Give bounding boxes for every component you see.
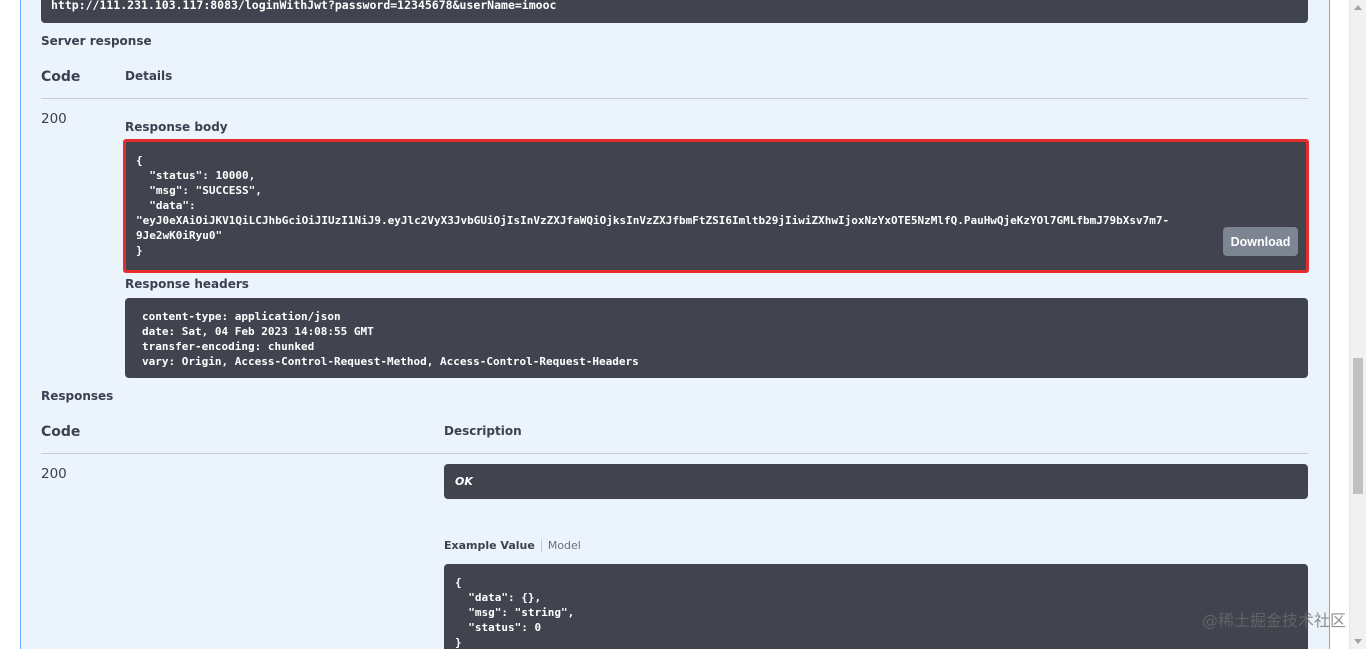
responses-divider bbox=[41, 453, 1308, 454]
scroll-thumb[interactable] bbox=[1353, 358, 1363, 494]
server-response-title: Server response bbox=[41, 34, 152, 48]
tab-example-value[interactable]: Example Value bbox=[444, 538, 542, 552]
server-response-code: 200 bbox=[41, 111, 67, 127]
response-body[interactable]: { "status": 10000, "msg": "SUCCESS", "da… bbox=[123, 139, 1309, 273]
responses-description-header: Description bbox=[444, 424, 522, 438]
swagger-page: http://111.231.103.117:8083/loginWithJwt… bbox=[0, 0, 1366, 649]
vertical-scrollbar[interactable] bbox=[1349, 0, 1366, 649]
download-button[interactable]: Download bbox=[1223, 227, 1298, 256]
responses-title: Responses bbox=[41, 389, 114, 403]
responses-code: 200 bbox=[41, 466, 67, 482]
response-headers-label: Response headers bbox=[125, 277, 249, 291]
server-response-code-header: Code bbox=[41, 69, 81, 85]
scroll-down-icon[interactable] bbox=[1354, 639, 1362, 644]
watermark: @稀土掘金技术社区 bbox=[1201, 611, 1346, 630]
request-url[interactable]: http://111.231.103.117:8083/loginWithJwt… bbox=[41, 0, 1308, 23]
response-headers[interactable]: content-type: application/json date: Sat… bbox=[125, 298, 1308, 378]
header-divider bbox=[41, 98, 1308, 99]
response-body-label: Response body bbox=[125, 120, 228, 134]
response-description: OK bbox=[444, 464, 1308, 499]
server-response-details-header: Details bbox=[125, 69, 173, 83]
tab-model[interactable]: Model bbox=[542, 539, 581, 552]
responses-code-header: Code bbox=[41, 424, 81, 440]
example-value[interactable]: { "data": {}, "msg": "string", "status":… bbox=[444, 564, 1308, 649]
example-tabs: Example Value Model bbox=[444, 536, 581, 554]
scroll-up-icon[interactable] bbox=[1354, 5, 1362, 10]
